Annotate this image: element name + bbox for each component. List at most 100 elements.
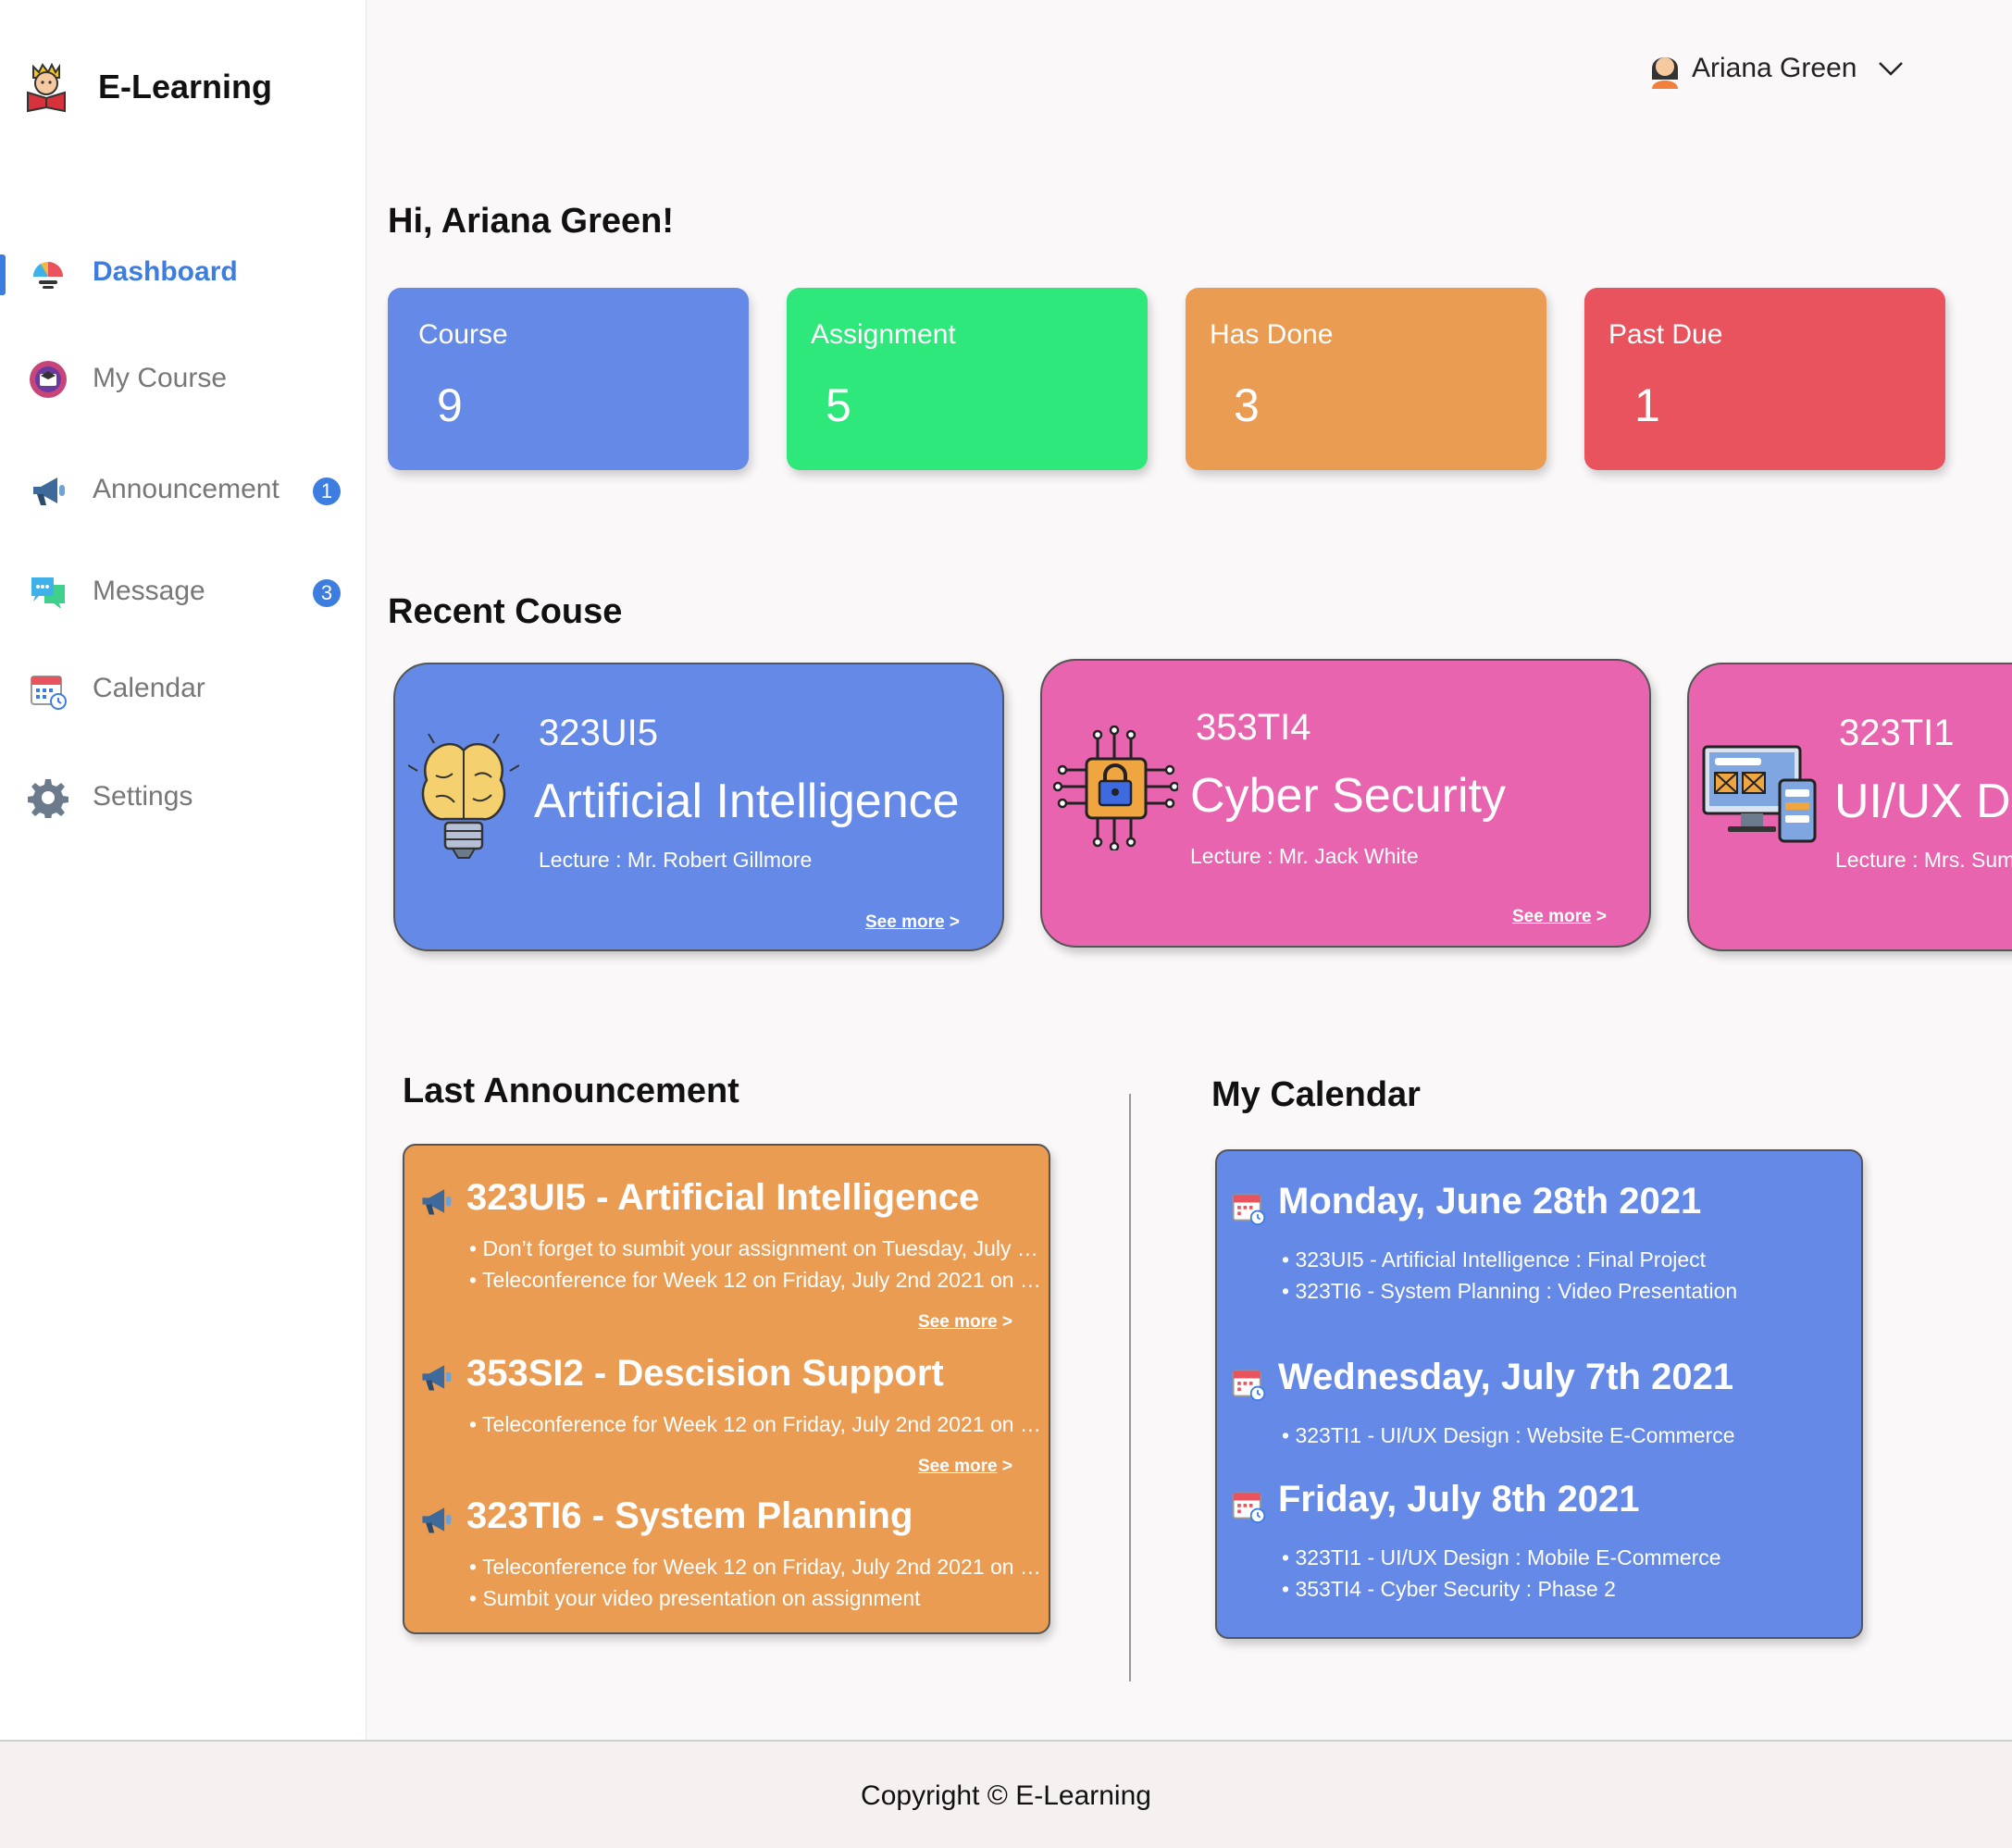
course-lecturer: Lecture : Mr. Jack White <box>1190 844 1419 868</box>
announcement-line: • Don’t forget to sumbit your assignment… <box>469 1236 1043 1261</box>
calendar-date: Monday, June 28th 2021 <box>1278 1181 1702 1222</box>
see-more-link[interactable]: See more > <box>918 1457 1012 1477</box>
app-name: E-Learning <box>98 68 273 105</box>
sidebar-item-my-course[interactable]: My Course <box>0 346 365 411</box>
megaphone-icon <box>33 478 65 505</box>
course-code: 323UI5 <box>539 713 658 753</box>
sidebar-item-calendar[interactable]: Calendar <box>0 656 365 721</box>
calendar-event: • 323UI5 - Artificial Intelligence : Fin… <box>1282 1247 1707 1271</box>
devices-icon <box>1702 745 1817 843</box>
course-card-cyber-security[interactable]: 353TI4 Cyber Security Lecture : Mr. Jack… <box>1040 659 1651 948</box>
calendar-event-text: 323TI1 - UI/UX Design : Website E-Commer… <box>1295 1423 1735 1447</box>
copyright-text: Copyright © E-Learning <box>861 1780 1151 1811</box>
user-name: Ariana Green <box>1692 53 1857 83</box>
announcement-text: Teleconference for Week 12 on Friday, Ju… <box>482 1268 1043 1292</box>
calendar-icon <box>1232 1370 1266 1401</box>
see-more-link[interactable]: See more > <box>1512 907 1607 927</box>
stat-value: 1 <box>1634 379 1660 431</box>
calendar-date: Friday, July 8th 2021 <box>1278 1479 1640 1519</box>
stat-value: 9 <box>437 379 463 431</box>
stat-label: Course <box>418 319 508 350</box>
active-indicator <box>0 254 6 295</box>
course-title: Cyber Security <box>1190 769 1506 823</box>
megaphone-icon <box>422 1365 452 1391</box>
announcement-panel: 323UI5 - Artificial Intelligence • Don’t… <box>403 1144 1050 1634</box>
see-more-label: See more <box>1512 907 1592 926</box>
announcement-title: 353SI2 - Descision Support <box>466 1353 944 1394</box>
calendar-date: Wednesday, July 7th 2021 <box>1278 1357 1734 1397</box>
megaphone-icon <box>422 1507 452 1533</box>
calendar-event: • 323TI1 - UI/UX Design : Website E-Comm… <box>1282 1423 1735 1447</box>
footer: Copyright © E-Learning <box>0 1740 2012 1848</box>
megaphone-icon <box>422 1189 452 1215</box>
announcement-text: Teleconference for Week 12 on Friday, Ju… <box>482 1412 1043 1436</box>
course-lecturer: Lecture : Mr. Robert Gillmore <box>539 848 813 872</box>
see-more-label: See more <box>918 1457 998 1476</box>
stat-label: Assignment <box>811 319 956 350</box>
course-code: 353TI4 <box>1196 707 1311 748</box>
security-chip-icon <box>1053 726 1178 850</box>
see-more-link[interactable]: See more > <box>918 1312 1012 1333</box>
calendar-event-text: 323TI6 - System Planning : Video Present… <box>1295 1279 1738 1303</box>
calendar-panel: Monday, June 28th 2021 • 323UI5 - Artifi… <box>1215 1149 1863 1639</box>
announcement-text: Teleconference for Week 12 on Friday, Ju… <box>482 1555 1043 1579</box>
stat-label: Past Due <box>1608 319 1723 350</box>
course-title: UI/UX Design <box>1834 775 2012 828</box>
sidebar-item-label: Message <box>93 576 205 606</box>
course-card-ai[interactable]: 323UI5 Artificial Intelligence Lecture :… <box>393 663 1004 951</box>
stat-card-course[interactable]: Course 9 <box>388 288 749 470</box>
calendar-event: • 323TI1 - UI/UX Design : Mobile E-Comme… <box>1282 1545 1721 1569</box>
announcement-text: Don’t forget to sumbit your assignment o… <box>482 1236 1043 1260</box>
stat-card-assignment[interactable]: Assignment 5 <box>787 288 1148 470</box>
calendar-event-text: 353TI4 - Cyber Security : Phase 2 <box>1295 1577 1616 1601</box>
calendar-icon <box>1232 1194 1266 1225</box>
course-title: Artificial Intelligence <box>534 775 960 828</box>
calendar-icon <box>31 676 67 710</box>
calendar-event: • 353TI4 - Cyber Security : Phase 2 <box>1282 1577 1616 1601</box>
dashboard-icon <box>32 262 63 289</box>
sidebar-item-announcement[interactable]: Announcement 1 <box>0 457 365 522</box>
course-card-uiux-design[interactable]: 323TI1 UI/UX Design Lecture : Mrs. Summe… <box>1687 663 2012 951</box>
user-menu[interactable]: Ariana Green <box>1649 48 1905 89</box>
app-logo[interactable]: E-Learning <box>24 61 272 113</box>
announcement-title: 323TI6 - System Planning <box>466 1495 913 1536</box>
stat-label: Has Done <box>1210 319 1334 350</box>
announcement-text: Sumbit your video presentation on assign… <box>482 1586 921 1610</box>
greeting-heading: Hi, Ariana Green! <box>388 202 675 241</box>
calendar-event-text: 323UI5 - Artificial Intelligence : Final… <box>1295 1247 1707 1271</box>
course-icon <box>30 361 67 398</box>
sidebar-item-label: Announcement <box>93 474 279 504</box>
see-more-label: See more <box>918 1312 998 1332</box>
recent-course-heading: Recent Couse <box>388 592 623 631</box>
stat-value: 3 <box>1234 379 1260 431</box>
chat-icon <box>31 577 65 609</box>
announcement-line: • Teleconference for Week 12 on Friday, … <box>469 1268 1043 1293</box>
chevron-down-icon[interactable] <box>1877 60 1905 77</box>
calendar-event-text: 323TI1 - UI/UX Design : Mobile E-Commerc… <box>1295 1545 1721 1569</box>
gear-icon <box>28 779 68 818</box>
main-content: Ariana Green Hi, Ariana Green! Course 9 … <box>366 0 2012 1740</box>
see-more-label: See more <box>865 912 945 932</box>
see-more-link[interactable]: See more > <box>865 912 960 933</box>
sidebar-item-dashboard[interactable]: Dashboard <box>0 240 365 304</box>
announcement-line: • Sumbit your video presentation on assi… <box>469 1586 921 1610</box>
announcement-count-badge: 1 <box>313 478 341 505</box>
calendar-icon <box>1232 1492 1266 1523</box>
message-count-badge: 3 <box>313 579 341 607</box>
section-divider <box>1129 1094 1131 1681</box>
announcement-line: • Teleconference for Week 12 on Friday, … <box>469 1412 1043 1437</box>
sidebar-item-settings[interactable]: Settings <box>0 764 365 829</box>
last-announcement-heading: Last Announcement <box>403 1072 739 1110</box>
course-code: 323TI1 <box>1839 713 1955 753</box>
user-avatar-icon <box>1652 57 1678 89</box>
stat-card-past-due[interactable]: Past Due 1 <box>1584 288 1945 470</box>
my-calendar-heading: My Calendar <box>1211 1075 1421 1114</box>
stat-card-has-done[interactable]: Has Done 3 <box>1186 288 1546 470</box>
reading-kid-logo-icon <box>27 62 66 113</box>
sidebar-item-label: Settings <box>93 781 193 812</box>
sidebar-item-message[interactable]: Message 3 <box>0 559 365 624</box>
sidebar: E-Learning Dashboard My Course Announcem… <box>0 0 366 1740</box>
calendar-event: • 323TI6 - System Planning : Video Prese… <box>1282 1279 1738 1303</box>
announcement-line: • Teleconference for Week 12 on Friday, … <box>469 1555 1043 1580</box>
sidebar-item-label: Calendar <box>93 673 205 703</box>
